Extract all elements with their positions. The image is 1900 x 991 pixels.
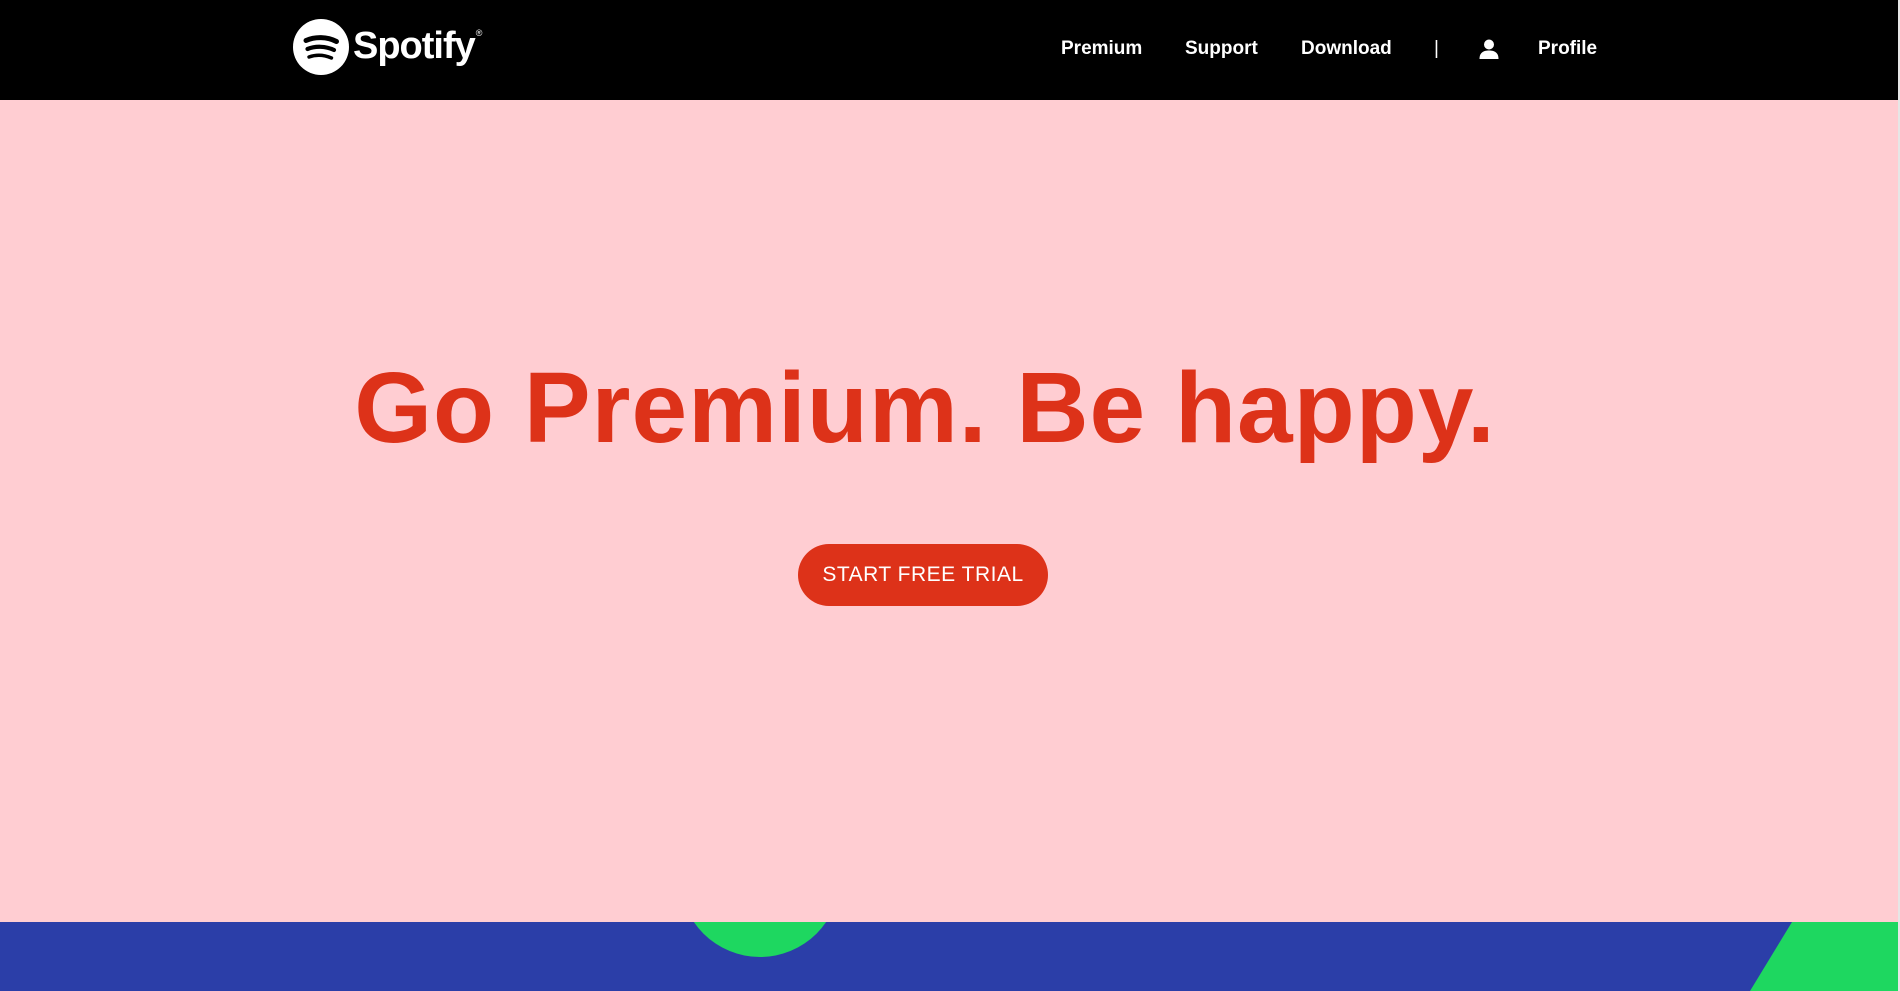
- hero-section: Go Premium. Be happy. START FREE TRIAL: [0, 100, 1900, 922]
- hero-title: Go Premium. Be happy.: [354, 352, 1496, 464]
- registered-mark: ®: [475, 28, 483, 38]
- bottom-band: [0, 922, 1900, 991]
- user-icon[interactable]: [1478, 38, 1500, 60]
- nav-premium-link[interactable]: Premium: [1061, 38, 1142, 60]
- page: Spotify ® Premium Support Download | Pro…: [0, 0, 1900, 991]
- nav-support-link[interactable]: Support: [1185, 38, 1258, 60]
- green-wedge-shape: [1750, 922, 1900, 991]
- brand-name: Spotify: [353, 25, 476, 67]
- nav-download-link[interactable]: Download: [1301, 38, 1392, 60]
- spotify-logo-icon: [293, 19, 349, 75]
- nav-divider: |: [1434, 38, 1439, 59]
- spotify-logo-link[interactable]: Spotify ®: [293, 19, 482, 75]
- green-circle-shape: [680, 922, 840, 957]
- site-header: Spotify ® Premium Support Download | Pro…: [0, 0, 1900, 100]
- nav-profile-link[interactable]: Profile: [1538, 38, 1597, 60]
- start-free-trial-button[interactable]: START FREE TRIAL: [798, 544, 1048, 606]
